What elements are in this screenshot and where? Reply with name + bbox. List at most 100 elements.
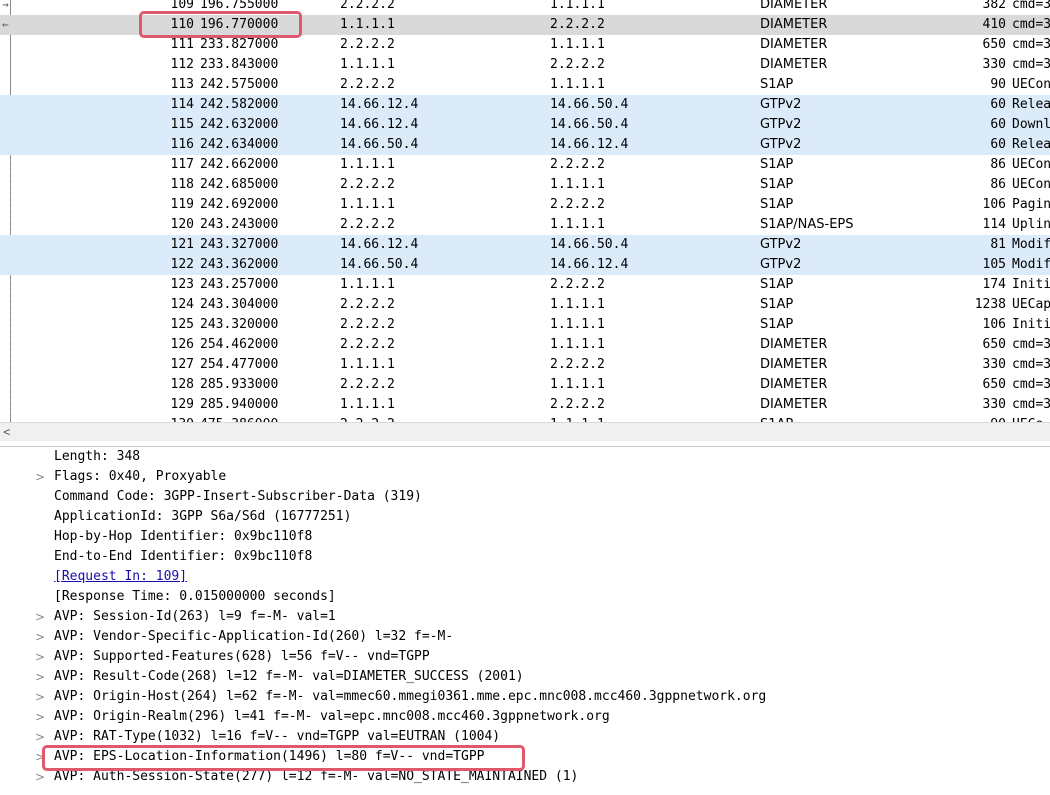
- detail-text: AVP: Auth-Session-State(277) l=12 f=-M- …: [54, 769, 579, 784]
- packet-row[interactable]: 109 196.755000 2.2.2.2 1.1.1.1 DIAMETER 382 cm…: [0, 0, 1050, 15]
- detail-line[interactable]: > AVP: EPS-Location-Information(1496) l=8…: [35, 747, 485, 767]
- packet-row[interactable]: 111 233.827000 2.2.2.2 1.1.1.1 DIAMETER 650 cm…: [0, 35, 1050, 55]
- packet-proto-cell: DIAMETER: [760, 337, 828, 352]
- packet-src-cell: 1.1.1.1: [340, 197, 395, 212]
- detail-line[interactable]: Length: 348: [54, 447, 140, 467]
- packet-len-cell: 86: [990, 157, 1006, 172]
- chevron-right-icon[interactable]: >: [32, 727, 48, 747]
- packet-len-cell: 86: [990, 177, 1006, 192]
- packet-proto-cell: S1AP: [760, 177, 794, 192]
- packet-row[interactable]: 124 243.304000 2.2.2.2 1.1.1.1 S1AP 1238 UECap: [0, 295, 1050, 315]
- detail-line[interactable]: > AVP: Result-Code(268) l=12 f=-M- val=DI…: [35, 667, 524, 687]
- packet-list[interactable]: 109 196.755000 2.2.2.2 1.1.1.1 DIAMETER 382 cm…: [0, 0, 1050, 422]
- detail-line[interactable]: Hop-by-Hop Identifier: 0x9bc110f8: [54, 527, 312, 547]
- detail-line[interactable]: > AVP: Session-Id(263) l=9 f=-M- val=1: [35, 607, 336, 627]
- packet-row[interactable]: 119 242.692000 1.1.1.1 2.2.2.2 S1AP 106 Pagin: [0, 195, 1050, 215]
- packet-row[interactable]: 125 243.320000 2.2.2.2 1.1.1.1 S1AP 106 Initi: [0, 315, 1050, 335]
- packet-proto-cell: S1AP: [760, 197, 794, 212]
- packet-dst-cell: 14.66.50.4: [550, 117, 629, 132]
- packet-proto-cell: DIAMETER: [760, 357, 828, 372]
- packet-row[interactable]: 122 243.362000 14.66.50.4 14.66.12.4 GTPv2 10…: [0, 255, 1050, 275]
- detail-line[interactable]: End-to-End Identifier: 0x9bc110f8: [54, 547, 312, 567]
- packet-info-cell: cmd=3: [1012, 0, 1050, 12]
- packet-row[interactable]: 115 242.632000 14.66.12.4 14.66.50.4 GTPv2 60…: [0, 115, 1050, 135]
- packet-dst-cell: 2.2.2.2: [550, 57, 605, 72]
- detail-text: End-to-End Identifier: 0x9bc110f8: [54, 549, 313, 564]
- packet-dst-cell: 1.1.1.1: [550, 0, 605, 12]
- scroll-left-arrow-icon[interactable]: <: [3, 423, 10, 441]
- packet-row[interactable]: 112 233.843000 1.1.1.1 2.2.2.2 DIAMETER 330 cm…: [0, 55, 1050, 75]
- packet-no-cell: 126: [170, 337, 194, 352]
- packet-row[interactable]: 129 285.940000 1.1.1.1 2.2.2.2 DIAMETER 330 cm…: [0, 395, 1050, 415]
- packet-proto-cell: DIAMETER: [760, 57, 828, 72]
- packet-proto-cell: S1AP: [760, 157, 794, 172]
- detail-line[interactable]: > AVP: Origin-Realm(296) l=41 f=-M- val=e…: [35, 707, 610, 727]
- packet-row[interactable]: 117 242.662000 1.1.1.1 2.2.2.2 S1AP 86 UECon: [0, 155, 1050, 175]
- chevron-right-icon[interactable]: >: [32, 747, 48, 767]
- packet-proto-cell: DIAMETER: [760, 397, 828, 412]
- detail-line[interactable]: [Response Time: 0.015000000 seconds]: [54, 587, 336, 607]
- packet-info-cell: UECon: [1012, 177, 1050, 192]
- chevron-right-icon[interactable]: >: [32, 667, 48, 687]
- chevron-right-icon[interactable]: >: [32, 687, 48, 707]
- detail-line[interactable]: ApplicationId: 3GPP S6a/S6d (16777251): [54, 507, 351, 527]
- related-request-arrow-icon: →: [2, 0, 9, 11]
- packet-dst-cell: 2.2.2.2: [550, 17, 605, 32]
- detail-line[interactable]: > AVP: Vendor-Specific-Application-Id(260…: [35, 627, 454, 647]
- packet-row[interactable]: 116 242.634000 14.66.50.4 14.66.12.4 GTPv2 60…: [0, 135, 1050, 155]
- horizontal-scrollbar[interactable]: <: [0, 422, 1050, 442]
- packet-proto-cell: DIAMETER: [760, 377, 828, 392]
- packet-row[interactable]: 123 243.257000 1.1.1.1 2.2.2.2 S1AP 174 Initi: [0, 275, 1050, 295]
- detail-line[interactable]: > Flags: 0x40, Proxyable: [35, 467, 226, 487]
- detail-text: AVP: RAT-Type(1032) l=16 f=V-- vnd=TGPP …: [54, 729, 501, 744]
- packet-src-cell: 14.66.12.4: [340, 117, 419, 132]
- chevron-right-icon[interactable]: >: [32, 467, 48, 487]
- packet-info-cell: Initi: [1012, 317, 1050, 332]
- packet-src-cell: 1.1.1.1: [340, 17, 395, 32]
- packet-time-cell: 242.662000: [200, 157, 279, 172]
- packet-time-cell: 243.320000: [200, 317, 279, 332]
- packet-row[interactable]: 130 475.386000 2.2.2.2 1.1.1.1 S1AP 90 UECo: [0, 415, 1050, 422]
- packet-dst-cell: 1.1.1.1: [550, 297, 605, 312]
- detail-text: AVP: Vendor-Specific-Application-Id(260)…: [54, 629, 454, 644]
- packet-src-cell: 2.2.2.2: [340, 177, 395, 192]
- packet-details[interactable]: Length: 348 > Flags: 0x40, Proxyable Comman…: [0, 447, 1050, 795]
- packet-len-cell: 330: [982, 397, 1006, 412]
- packet-src-cell: 2.2.2.2: [340, 77, 395, 92]
- packet-dst-cell: 14.66.12.4: [550, 257, 629, 272]
- detail-line[interactable]: Command Code: 3GPP-Insert-Subscriber-Dat…: [54, 487, 422, 507]
- packet-len-cell: 650: [982, 377, 1006, 392]
- packet-row[interactable]: 114 242.582000 14.66.12.4 14.66.50.4 GTPv2 60…: [0, 95, 1050, 115]
- detail-line[interactable]: > AVP: Origin-Host(264) l=62 f=-M- val=mm…: [35, 687, 766, 707]
- packet-len-cell: 650: [982, 337, 1006, 352]
- packet-row[interactable]: 120 243.243000 2.2.2.2 1.1.1.1 S1AP/NAS-EPS 1…: [0, 215, 1050, 235]
- packet-row[interactable]: 113 242.575000 2.2.2.2 1.1.1.1 S1AP 90 UECon: [0, 75, 1050, 95]
- packet-no-cell: 120: [170, 217, 194, 232]
- packet-proto-cell: GTPv2: [760, 137, 802, 152]
- packet-proto-cell: S1AP/NAS-EPS: [760, 217, 854, 232]
- packet-row[interactable]: 118 242.685000 2.2.2.2 1.1.1.1 S1AP 86 UECon: [0, 175, 1050, 195]
- packet-len-cell: 382: [982, 0, 1006, 12]
- packet-row[interactable]: 126 254.462000 2.2.2.2 1.1.1.1 DIAMETER 650 cm…: [0, 335, 1050, 355]
- detail-line[interactable]: > AVP: RAT-Type(1032) l=16 f=V-- vnd=TGPP…: [35, 727, 501, 747]
- packet-dst-cell: 1.1.1.1: [550, 217, 605, 232]
- packet-row[interactable]: 110 196.770000 1.1.1.1 2.2.2.2 DIAMETER 410 cm…: [0, 15, 1050, 35]
- packet-time-cell: 254.477000: [200, 357, 279, 372]
- chevron-right-icon[interactable]: >: [32, 607, 48, 627]
- chevron-right-icon[interactable]: >: [32, 647, 48, 667]
- detail-line[interactable]: > AVP: Supported-Features(628) l=56 f=V--…: [35, 647, 430, 667]
- detail-line[interactable]: > AVP: Auth-Session-State(277) l=12 f=-M-…: [35, 767, 579, 787]
- request-in-link[interactable]: [Request In: 109]: [54, 569, 187, 584]
- packet-proto-cell: S1AP: [760, 317, 794, 332]
- chevron-right-icon[interactable]: >: [32, 767, 48, 787]
- detail-line[interactable]: [Request In: 109]: [54, 567, 187, 587]
- packet-row[interactable]: 128 285.933000 2.2.2.2 1.1.1.1 DIAMETER 650 cm…: [0, 375, 1050, 395]
- packet-src-cell: 2.2.2.2: [340, 317, 395, 332]
- chevron-right-icon[interactable]: >: [32, 707, 48, 727]
- packet-dst-cell: 1.1.1.1: [550, 77, 605, 92]
- packet-src-cell: 2.2.2.2: [340, 415, 395, 422]
- packet-no-cell: 122: [170, 257, 194, 272]
- packet-row[interactable]: 127 254.477000 1.1.1.1 2.2.2.2 DIAMETER 330 cm…: [0, 355, 1050, 375]
- packet-row[interactable]: 121 243.327000 14.66.12.4 14.66.50.4 GTPv2 81…: [0, 235, 1050, 255]
- chevron-right-icon[interactable]: >: [32, 627, 48, 647]
